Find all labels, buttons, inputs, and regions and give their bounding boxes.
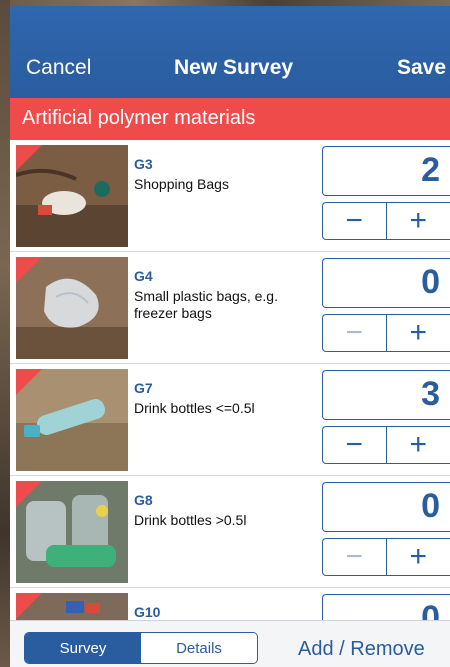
item-code: G3 — [134, 156, 153, 172]
tab-details[interactable]: Details — [141, 633, 257, 663]
item-photo — [16, 145, 128, 247]
item-description: Drink bottles <=0.5l — [134, 400, 255, 416]
item-description: Shopping Bags — [134, 176, 229, 192]
count-field[interactable]: 0 — [322, 258, 450, 308]
flag-corner — [16, 593, 42, 619]
count-field[interactable]: 0 — [322, 482, 450, 532]
tab-survey[interactable]: Survey — [25, 633, 141, 663]
decrement-button[interactable]: − — [323, 315, 387, 351]
add-remove-button[interactable]: Add / Remove — [298, 638, 425, 661]
item-code: G4 — [134, 268, 153, 284]
app-screen: Cancel New Survey Save Artificial polyme… — [10, 6, 450, 667]
item-photo — [16, 369, 128, 471]
section-header: Artificial polymer materials — [10, 98, 450, 140]
item-list[interactable]: G3 Shopping Bags 2 − + G4 Small plastic … — [10, 140, 450, 620]
item-photo — [16, 593, 128, 620]
list-item: G4 Small plastic bags, e.g. freezer bags… — [10, 252, 450, 364]
decrement-button[interactable]: − — [323, 203, 387, 239]
count-field[interactable]: 3 — [322, 370, 450, 420]
count-value: 0 — [421, 263, 440, 301]
increment-button[interactable]: + — [387, 539, 450, 575]
item-description: Drink bottles >0.5l — [134, 512, 247, 528]
flag-corner — [16, 257, 42, 283]
decrement-button[interactable]: − — [323, 427, 387, 463]
save-button[interactable]: Save — [397, 56, 446, 80]
count-value: 3 — [421, 375, 440, 413]
quantity-stepper[interactable]: − + — [322, 314, 450, 352]
page-title: New Survey — [174, 56, 294, 79]
cancel-button[interactable]: Cancel — [26, 56, 91, 80]
item-description: Small plastic bags, e.g. freezer bags — [134, 288, 278, 321]
quantity-stepper[interactable]: − + — [322, 202, 450, 240]
list-item: G7 Drink bottles <=0.5l 3 − + — [10, 364, 450, 476]
count-field[interactable]: 0 — [322, 594, 450, 620]
count-value: 2 — [421, 151, 440, 189]
list-item: G8 Drink bottles >0.5l 0 − + — [10, 476, 450, 588]
bottom-toolbar: Survey Details Add / Remove — [10, 620, 450, 667]
item-code: G8 — [134, 492, 153, 508]
increment-button[interactable]: + — [387, 203, 450, 239]
item-photo — [16, 481, 128, 583]
count-value: 0 — [421, 487, 440, 525]
background-photo-left — [0, 0, 10, 667]
view-segmented-control[interactable]: Survey Details — [24, 632, 258, 664]
count-value: 0 — [421, 599, 440, 620]
quantity-stepper[interactable]: − + — [322, 538, 450, 576]
navigation-bar: Cancel New Survey Save — [10, 6, 450, 98]
decrement-button[interactable]: − — [323, 539, 387, 575]
list-item: G10 0 — [10, 588, 450, 620]
flag-corner — [16, 369, 42, 395]
quantity-stepper[interactable]: − + — [322, 426, 450, 464]
flag-corner — [16, 145, 42, 171]
item-code: G10 — [134, 604, 161, 620]
item-code: G7 — [134, 380, 153, 396]
increment-button[interactable]: + — [387, 315, 450, 351]
list-item: G3 Shopping Bags 2 − + — [10, 140, 450, 252]
increment-button[interactable]: + — [387, 427, 450, 463]
flag-corner — [16, 481, 42, 507]
item-photo — [16, 257, 128, 359]
count-field[interactable]: 2 — [322, 146, 450, 196]
